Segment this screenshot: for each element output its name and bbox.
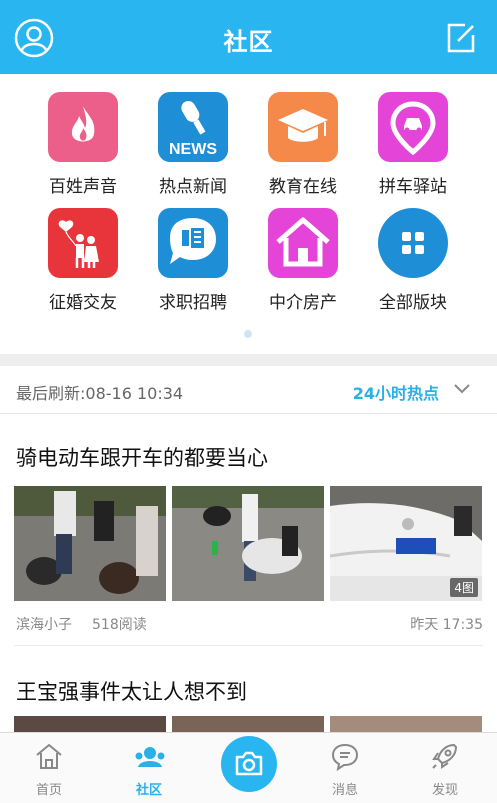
couple-balloon-icon [48,208,118,278]
home-icon [36,743,62,769]
section-all-boards[interactable]: 全部版块 [358,190,468,313]
camera-icon [235,751,263,776]
tab-label: 社区 [135,783,162,798]
post-image[interactable]: 4图 [330,486,482,601]
post-image[interactable] [14,716,166,732]
section-label: 求职招聘 [159,293,227,313]
post-image[interactable] [172,716,324,732]
tab-label: 消息 [331,783,358,798]
last-refresh-time: 最后刷新:08-16 10:34 [16,384,184,403]
community-icon [135,747,165,767]
graduation-cap-icon [268,92,338,162]
page-indicator-dot[interactable] [244,330,252,338]
rocket-icon [432,743,458,769]
page-title: 社区 [223,28,274,56]
tab-messages[interactable]: 消息 [310,733,380,803]
section-label: 全部版块 [379,293,447,313]
house-icon [268,208,338,278]
hire-icon [158,208,228,278]
camera-button[interactable] [221,736,277,792]
section-dating[interactable]: 征婚交友 [28,190,138,313]
section-label: 中介房产 [269,293,337,313]
post-image[interactable] [330,716,482,732]
post-image[interactable] [172,486,324,601]
section-grid: 百姓声音 NEWS 热点新闻 教育在线 拼车驿站 征婚交友 求职招聘 中介房产 … [0,74,497,354]
compose-button[interactable] [445,22,477,54]
message-bubble-icon [331,743,359,771]
post-read-count: 518阅读 [92,617,147,633]
section-label: 征婚交友 [49,293,117,313]
tab-community[interactable]: 社区 [114,733,184,803]
post-divider [14,645,483,646]
flame-icon [48,92,118,162]
svg-text:NEWS: NEWS [169,141,217,158]
tab-label: 首页 [35,783,62,798]
tab-label: 发现 [431,783,458,798]
refresh-bar: 最后刷新:08-16 10:34 24小时热点 [0,366,497,414]
post-title[interactable]: 王宝强事件太让人想不到 [16,676,247,706]
post-time: 昨天 17:35 [410,617,483,633]
section-separator [0,354,497,366]
section-news[interactable]: NEWS 热点新闻 [138,74,248,197]
image-count-badge: 4图 [450,578,478,597]
top-bar: 社区 [0,0,497,74]
hot-filter-button[interactable]: 24小时热点 [353,380,439,404]
compose-icon [447,23,475,53]
post-author[interactable]: 滨海小子 [16,614,72,634]
tab-home[interactable]: 首页 [14,733,84,803]
news-microphone-icon: NEWS [158,92,228,162]
post-image[interactable] [14,486,166,601]
section-realestate[interactable]: 中介房产 [248,190,358,313]
chevron-down-icon[interactable] [453,383,471,395]
tab-discover[interactable]: 发现 [410,733,480,803]
section-education[interactable]: 教育在线 [248,74,358,197]
car-pin-icon [378,92,448,162]
section-jobs[interactable]: 求职招聘 [138,190,248,313]
section-carpool[interactable]: 拼车驿站 [358,74,468,197]
section-baixing[interactable]: 百姓声音 [28,74,138,197]
post-title[interactable]: 骑电动车跟开车的都要当心 [16,442,268,472]
grid-apps-icon [378,208,448,278]
